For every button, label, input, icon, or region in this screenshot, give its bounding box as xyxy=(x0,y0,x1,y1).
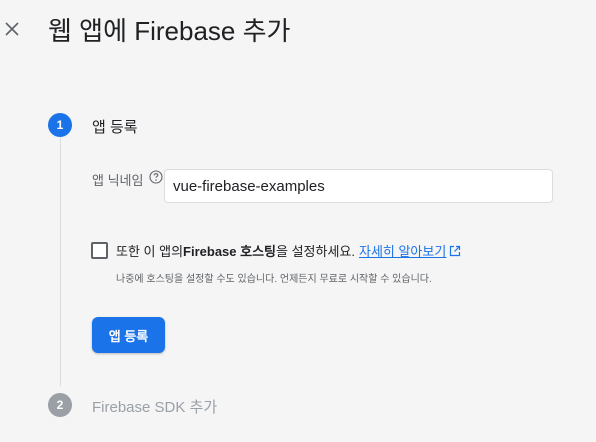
hosting-text-bold: Firebase 호스팅 xyxy=(183,244,276,259)
hosting-text-suffix: 을 설정하세요. xyxy=(276,244,355,259)
register-app-button[interactable]: 앱 등록 xyxy=(92,317,165,353)
nickname-label: 앱 닉네임 xyxy=(92,173,144,188)
open-in-new-icon[interactable] xyxy=(449,245,461,257)
learn-more-link[interactable]: 자세히 알아보기 xyxy=(359,241,446,260)
step-1-indicator: 1 xyxy=(48,113,72,137)
step-2-title: Firebase SDK 추가 xyxy=(92,399,218,416)
page-title: 웹 앱에 Firebase 추가 xyxy=(48,16,291,46)
close-button[interactable] xyxy=(0,14,24,44)
hosting-text-prefix: 또한 이 앱의 xyxy=(116,244,184,259)
close-icon xyxy=(5,22,19,36)
step-1-title: 앱 등록 xyxy=(92,119,138,136)
step-connector xyxy=(60,137,61,386)
help-circle-icon[interactable] xyxy=(149,170,163,184)
hosting-checkbox[interactable] xyxy=(91,242,108,259)
hosting-option: 또한 이 앱의 Firebase 호스팅 을 설정하세요. 자세히 알아보기 xyxy=(116,241,461,260)
app-nickname-input[interactable] xyxy=(164,169,553,203)
hosting-hint: 나중에 호스팅을 설정할 수도 있습니다. 언제든지 무료로 시작할 수 있습니… xyxy=(116,274,432,285)
step-2-indicator: 2 xyxy=(48,393,72,417)
